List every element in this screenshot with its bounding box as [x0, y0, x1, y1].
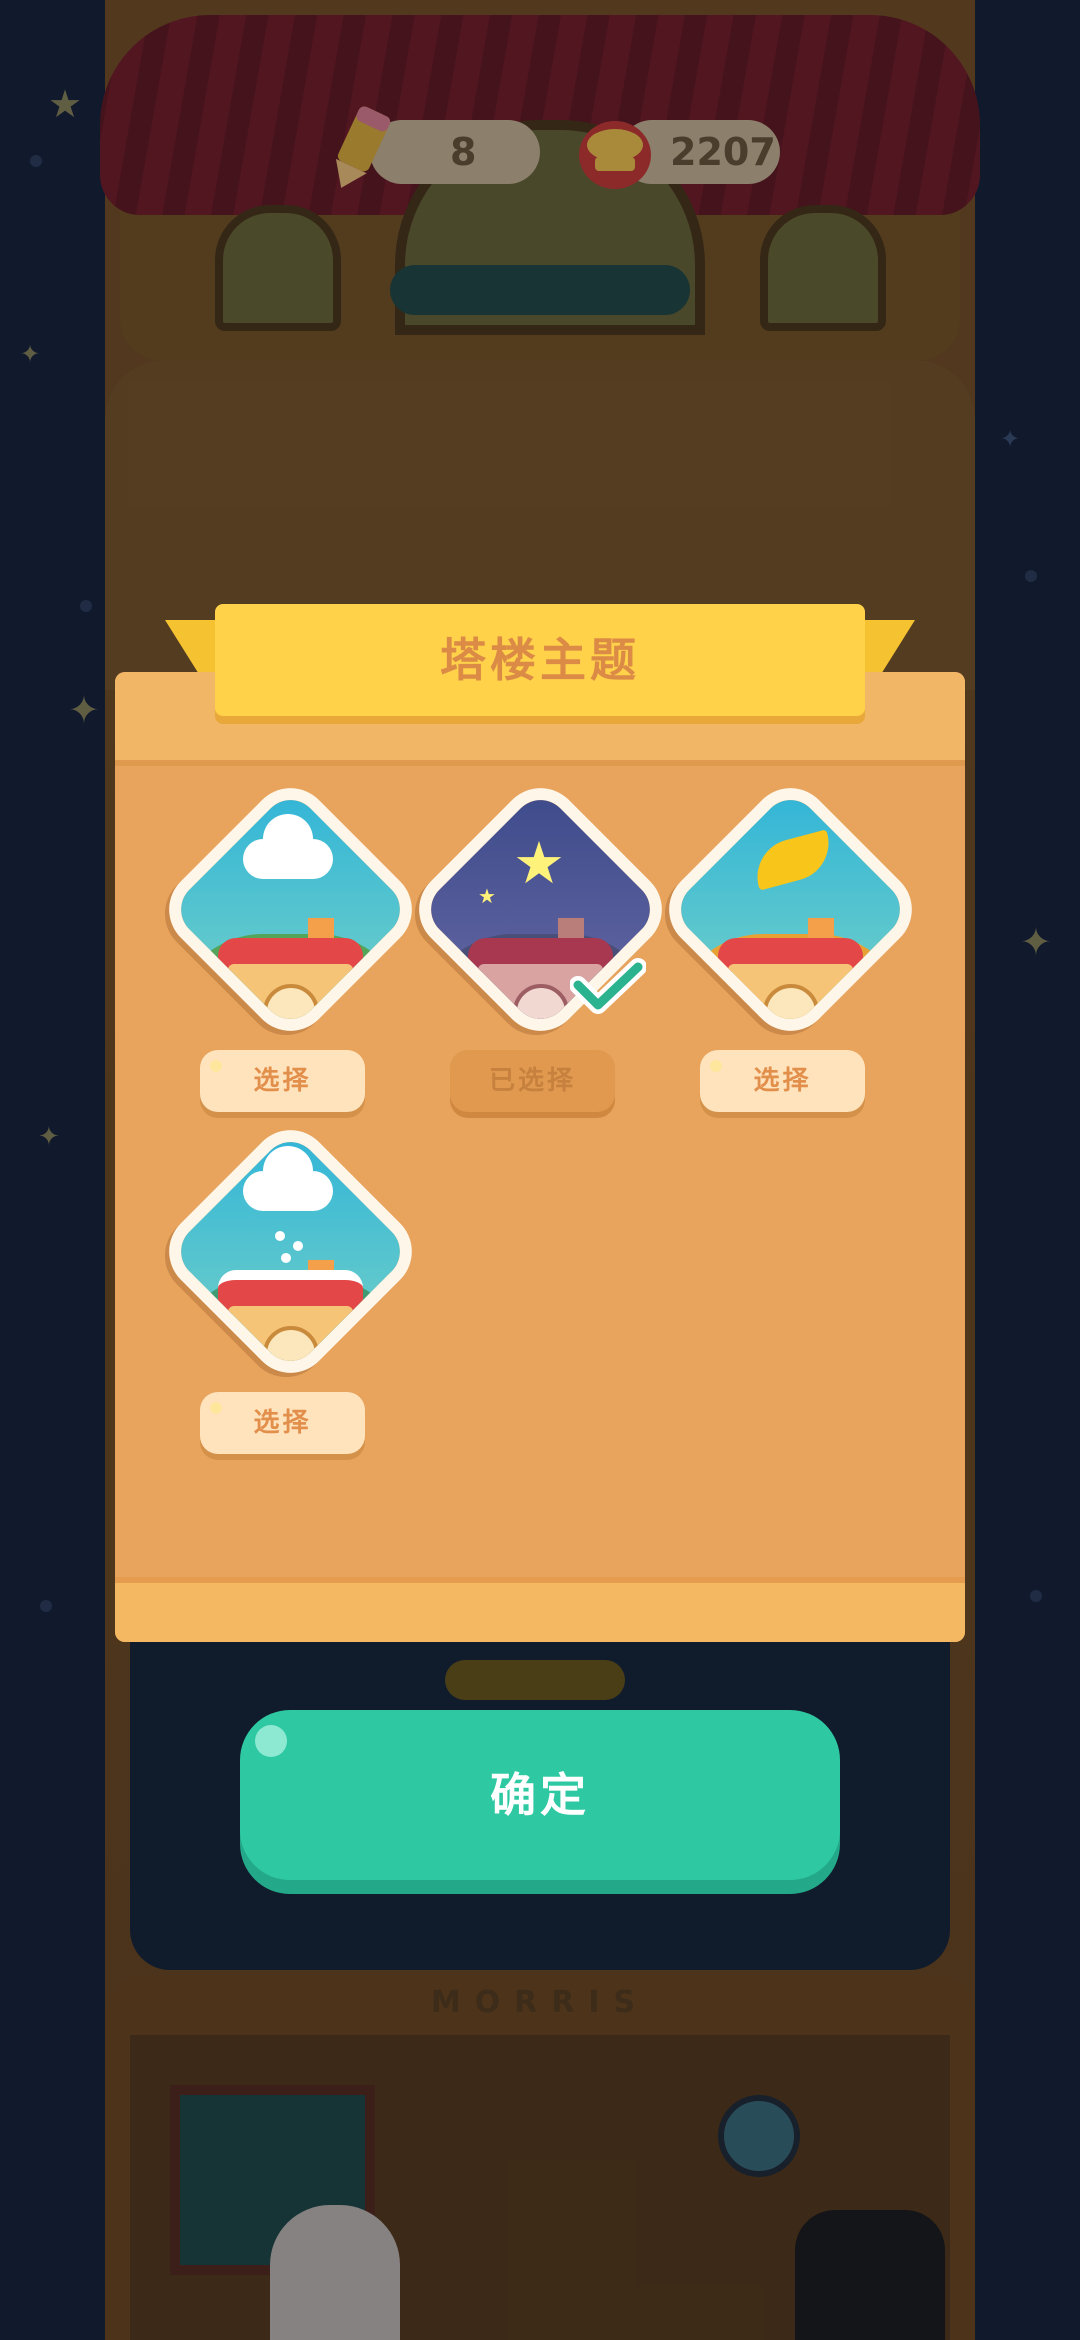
tower-theme-dialog: 选择 ★ ★ 已选择 选择 选择 — [115, 672, 965, 1642]
theme-option-night: ★ ★ 已选择 — [402, 771, 679, 1122]
dialog-divider — [115, 760, 965, 766]
select-button[interactable]: 选择 — [700, 1050, 865, 1112]
fish-can-icon — [579, 121, 651, 189]
dialog-title: 塔楼主题 — [440, 633, 640, 687]
pencil-count: 8 — [450, 130, 477, 174]
theme-option-snow: 选择 — [152, 1113, 429, 1464]
select-button[interactable]: 选择 — [200, 1050, 365, 1112]
snow-house-theme-icon[interactable] — [152, 1113, 429, 1390]
confirm-button[interactable]: 确定 — [240, 1710, 840, 1880]
cloud-house-theme-icon[interactable] — [152, 771, 429, 1048]
title-ribbon: 塔楼主题 — [215, 604, 865, 716]
coin-count: 2207 — [670, 130, 776, 174]
confirm-label: 确定 — [490, 1768, 590, 1822]
selected-button: 已选择 — [450, 1050, 615, 1112]
leaf-house-theme-icon[interactable] — [652, 771, 929, 1048]
checkmark-icon — [570, 958, 646, 1014]
theme-option-leaf: 选择 — [652, 771, 929, 1122]
select-button[interactable]: 选择 — [200, 1392, 365, 1454]
dialog-footer-band — [115, 1577, 965, 1642]
theme-option-cloud: 选择 — [152, 771, 429, 1122]
